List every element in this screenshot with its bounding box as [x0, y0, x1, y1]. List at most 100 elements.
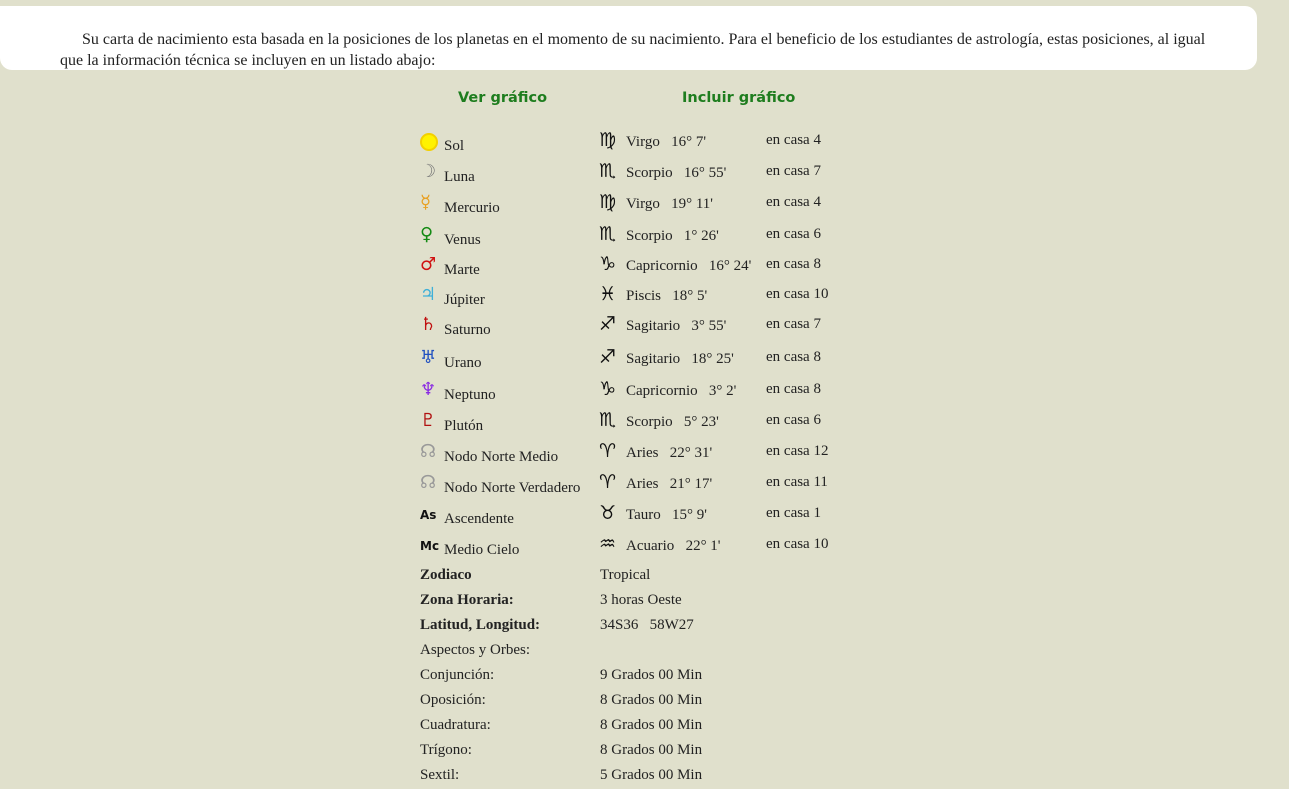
sagittarius-icon: ♐ — [599, 313, 617, 335]
planet-row: ♀ Venus ♏ Scorpio 1° 26' en casa 6 — [420, 223, 860, 256]
sign-degree: 16° 55' — [683, 165, 727, 181]
include-chart-link[interactable]: Incluir gráfico — [682, 90, 795, 106]
planet-row: ♆ Neptuno ♑ Capricornio 3° 2' en casa 8 — [420, 379, 860, 411]
planet-row: ☿ Mercurio ♍ Virgo 19° 11' en casa 4 — [420, 191, 860, 224]
scorpio-icon: ♏ — [599, 223, 617, 245]
sign-name: Sagitario — [626, 351, 681, 367]
sign-position: Scorpio 5° 23' — [626, 414, 719, 431]
planet-name: Marte — [444, 262, 480, 278]
sign-name: Piscis — [626, 288, 662, 304]
trine-value: 8 Grados 00 Min — [600, 742, 703, 758]
scorpio-icon: ♏ — [599, 409, 617, 431]
sign-degree: 16° 24' — [708, 258, 752, 274]
planet-row: Mc Medio Cielo ♒ Acuario 22° 1' en casa 10 — [420, 533, 860, 566]
planet-row: ♂ Marte ♑ Capricornio 16° 24' en casa 8 — [420, 254, 860, 286]
aspects-row: Aspectos y Orbes: — [420, 642, 860, 664]
timezone-row: Zona Horaria: 3 horas Oeste — [420, 592, 860, 614]
planet-name: Mercurio — [444, 200, 500, 216]
sextile-value: 5 Grados 00 Min — [600, 767, 703, 783]
house-label: en casa 10 — [766, 536, 829, 552]
latlong-label: Latitud, Longitud: — [420, 617, 541, 633]
sign-position: Scorpio 16° 55' — [626, 165, 726, 182]
planet-name: Ascendente — [444, 511, 514, 527]
sign-name: Capricornio — [626, 258, 698, 274]
planet-row: ♅ Urano ♐ Sagitario 18° 25' en casa 8 — [420, 346, 860, 379]
sign-degree: 1° 26' — [683, 228, 719, 244]
house-label: en casa 7 — [766, 163, 821, 179]
sign-degree: 15° 9' — [672, 507, 707, 523]
timezone-value: 3 horas Oeste — [600, 592, 682, 608]
sun-icon — [420, 132, 442, 155]
planet-name: Sol — [444, 138, 465, 154]
jupiter-icon: ♃ — [420, 284, 437, 305]
sign-position: Aries 22° 31' — [626, 445, 712, 462]
house-label: en casa 8 — [766, 349, 821, 365]
sextile-label: Sextil: — [420, 767, 460, 783]
scorpio-icon: ♏ — [599, 160, 617, 182]
pluto-icon: ♇ — [420, 410, 437, 431]
conjunction-value: 9 Grados 00 Min — [600, 667, 703, 683]
sign-degree: 18° 25' — [691, 351, 734, 367]
house-label: en casa 4 — [766, 194, 821, 210]
sign-degree: 3° 2' — [708, 383, 737, 399]
square-label: Cuadratura: — [420, 717, 491, 733]
sign-position: Sagitario 3° 55' — [626, 318, 726, 335]
sign-degree: 3° 55' — [691, 318, 727, 334]
house-label: en casa 7 — [766, 316, 821, 332]
aries-icon: ♈ — [599, 440, 617, 462]
virgo-icon: ♍ — [599, 191, 617, 213]
planet-row: ☊ Nodo Norte Medio ♈ Aries 22° 31' en casa 1… — [420, 440, 860, 473]
sign-position: Capricornio 3° 2' — [626, 383, 736, 400]
sign-name: Virgo — [626, 134, 660, 150]
sign-position: Scorpio 1° 26' — [626, 228, 719, 245]
taurus-icon: ♉ — [599, 502, 617, 524]
view-chart-link[interactable]: Ver gráfico — [458, 90, 547, 106]
sign-name: Sagitario — [626, 318, 681, 334]
sign-name: Scorpio — [626, 228, 673, 244]
sign-position: Aries 21° 17' — [626, 476, 712, 493]
sign-position: Capricornio 16° 24' — [626, 258, 751, 275]
virgo-icon: ♍ — [599, 129, 617, 151]
trine-row: Trígono: 8 Grados 00 Min — [420, 742, 860, 764]
house-label: en casa 1 — [766, 505, 821, 521]
midheaven-icon: Mc — [420, 539, 440, 553]
planet-name: Saturno — [444, 322, 491, 338]
sign-position: Tauro 15° 9' — [626, 507, 707, 524]
sign-name: Acuario — [626, 538, 675, 554]
house-label: en casa 6 — [766, 412, 821, 428]
sign-name: Scorpio — [626, 414, 673, 430]
opposition-value: 8 Grados 00 Min — [600, 692, 703, 708]
sign-position: Sagitario 18° 25' — [626, 351, 734, 368]
neptune-icon: ♆ — [420, 379, 437, 400]
timezone-label: Zona Horaria: — [420, 592, 514, 608]
house-label: en casa 12 — [766, 443, 829, 459]
sign-position: Virgo 16° 7' — [626, 134, 706, 151]
zodiac-label: Zodiaco — [420, 567, 472, 583]
house-label: en casa 11 — [766, 474, 828, 490]
venus-icon: ♀ — [420, 224, 434, 245]
square-value: 8 Grados 00 Min — [600, 717, 703, 733]
sign-degree: 19° 11' — [671, 196, 713, 212]
sign-degree: 18° 5' — [672, 288, 708, 304]
north-node-icon: ☊ — [420, 472, 436, 493]
planet-name: Júpiter — [444, 292, 485, 308]
sign-degree: 16° 7' — [671, 134, 707, 150]
opposition-label: Oposición: — [420, 692, 486, 708]
sign-name: Aries — [626, 445, 659, 461]
planet-name: Nodo Norte Verdadero — [444, 480, 581, 496]
planet-name: Venus — [444, 232, 481, 248]
planet-row: As Ascendente ♉ Tauro 15° 9' en casa 1 — [420, 502, 860, 535]
planet-row: ♃ Júpiter ♓ Piscis 18° 5' en casa 10 — [420, 284, 860, 316]
planet-row: ☊ Nodo Norte Verdadero ♈ Aries 21° 17' en ca… — [420, 472, 860, 504]
sagittarius-icon: ♐ — [599, 346, 617, 368]
aspects-label: Aspectos y Orbes: — [420, 642, 530, 658]
planet-row: ♄ Saturno ♐ Sagitario 3° 55' en casa 7 — [420, 313, 860, 346]
intro-text: Su carta de nacimiento esta basada en la… — [60, 31, 1206, 69]
mercury-icon: ☿ — [420, 192, 432, 213]
sign-position: Virgo 19° 11' — [626, 196, 713, 213]
aquarius-icon: ♒ — [599, 533, 617, 555]
planet-name: Plutón — [444, 418, 484, 434]
house-label: en casa 8 — [766, 256, 821, 272]
conjunction-row: Conjunción: 9 Grados 00 Min — [420, 667, 860, 689]
planet-row: Sol ♍ Virgo 16° 7' en casa 4 — [420, 129, 860, 162]
